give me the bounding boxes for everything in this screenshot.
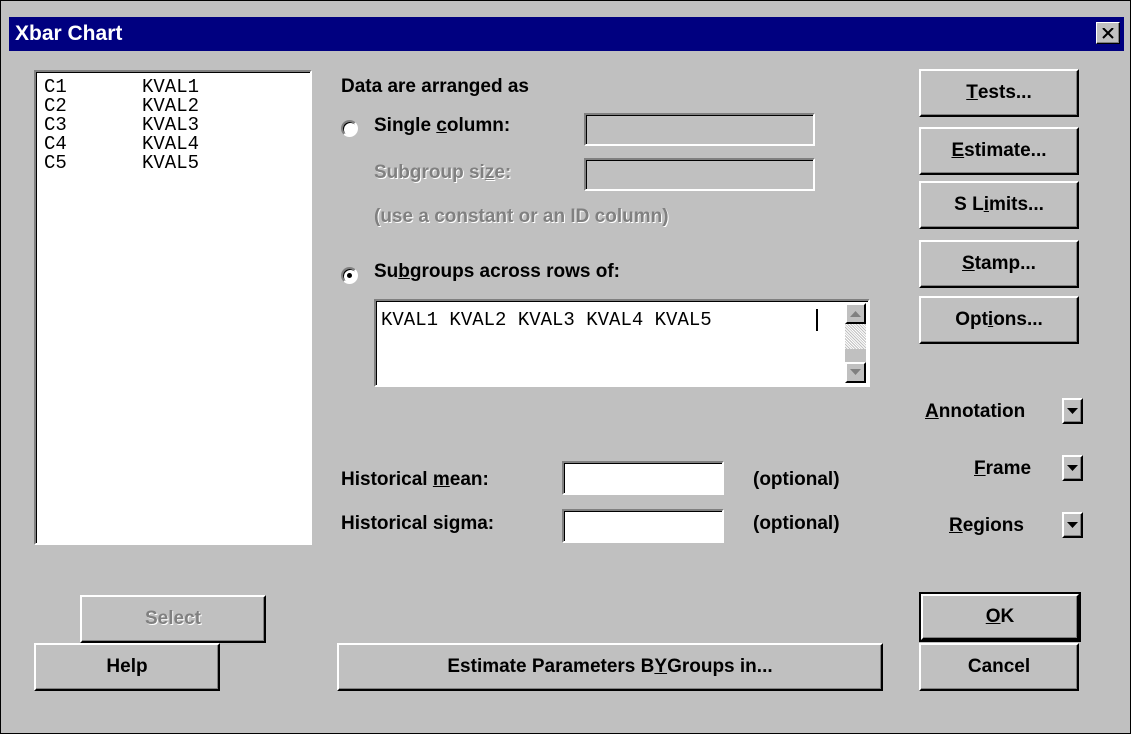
cancel-button[interactable]: Cancel <box>919 643 1079 691</box>
single-column-field[interactable] <box>584 113 815 146</box>
regions-label: Regions <box>949 515 1024 536</box>
arrow-down-icon <box>850 369 861 375</box>
scroll-down-button[interactable] <box>845 362 866 383</box>
historical-mean-label: Historical mean: <box>341 469 489 490</box>
subgroups-across-rows-radio[interactable] <box>341 267 358 284</box>
s-limits-button[interactable]: S Li mits... <box>919 181 1079 229</box>
column-name: KVAL5 <box>142 152 200 174</box>
subgroups-across-rows-label: Subgroups across rows of: <box>374 261 620 282</box>
select-button[interactable]: Select <box>80 595 266 643</box>
frame-dropdown[interactable] <box>1062 455 1083 481</box>
scroll-up-button[interactable] <box>845 303 866 324</box>
historical-mean-optional: (optional) <box>753 469 840 490</box>
annotation-dropdown[interactable] <box>1062 398 1083 424</box>
subgroups-input[interactable]: KVAL1 KVAL2 KVAL3 KVAL4 KVAL5 <box>374 299 870 387</box>
stamp-button[interactable]: Stamp... <box>919 240 1079 288</box>
chevron-down-icon <box>1067 407 1078 414</box>
arrangement-heading: Data are arranged as <box>341 76 529 97</box>
historical-sigma-optional: (optional) <box>753 513 840 534</box>
constant-hint: (use a constant or an ID column) <box>374 206 669 227</box>
title-bar[interactable]: Xbar Chart <box>9 17 1124 51</box>
help-button[interactable]: Help <box>34 643 220 691</box>
xbar-chart-dialog: Xbar Chart C1 KVAL1 C2 KVAL2 C3 KVAL3 C4 KVAL4 C… <box>0 0 1131 734</box>
historical-sigma-label: Historical sigma: <box>341 513 495 534</box>
subgroup-size-label: Subgroup size: <box>374 162 512 183</box>
chevron-down-icon <box>1067 521 1078 528</box>
options-button[interactable]: Opt i ons... <box>919 296 1079 344</box>
ok-button[interactable]: OK <box>919 592 1081 642</box>
close-button[interactable] <box>1096 22 1120 44</box>
chevron-down-icon <box>1067 464 1078 471</box>
subgroups-value: KVAL1 KVAL2 KVAL3 KVAL4 KVAL5 <box>381 309 712 331</box>
close-icon <box>1102 27 1114 39</box>
scroll-track[interactable] <box>845 324 866 349</box>
regions-dropdown[interactable] <box>1062 512 1083 538</box>
arrow-up-icon <box>850 311 861 317</box>
historical-sigma-field[interactable] <box>562 509 724 543</box>
single-column-radio[interactable] <box>341 120 358 137</box>
single-column-label: Single column: <box>374 115 511 136</box>
text-caret <box>816 309 818 331</box>
column-list-item[interactable]: C5 KVAL5 <box>44 154 310 173</box>
window-title: Xbar Chart <box>15 22 123 45</box>
subgroup-size-field[interactable] <box>584 158 815 191</box>
frame-label: Frame <box>974 458 1032 479</box>
column-list[interactable]: C1 KVAL1 C2 KVAL2 C3 KVAL3 C4 KVAL4 C5 KVAL5 <box>34 70 312 545</box>
subgroups-scrollbar[interactable] <box>845 303 866 383</box>
estimate-button[interactable]: Estimate... <box>919 127 1079 175</box>
annotation-label: Annotation <box>925 401 1026 422</box>
historical-mean-field[interactable] <box>562 461 724 495</box>
estimate-by-groups-button[interactable]: Estimate Parameters BY Groups in... <box>337 643 883 691</box>
tests-button[interactable]: Tests... <box>919 69 1079 117</box>
column-id: C5 <box>44 152 67 174</box>
